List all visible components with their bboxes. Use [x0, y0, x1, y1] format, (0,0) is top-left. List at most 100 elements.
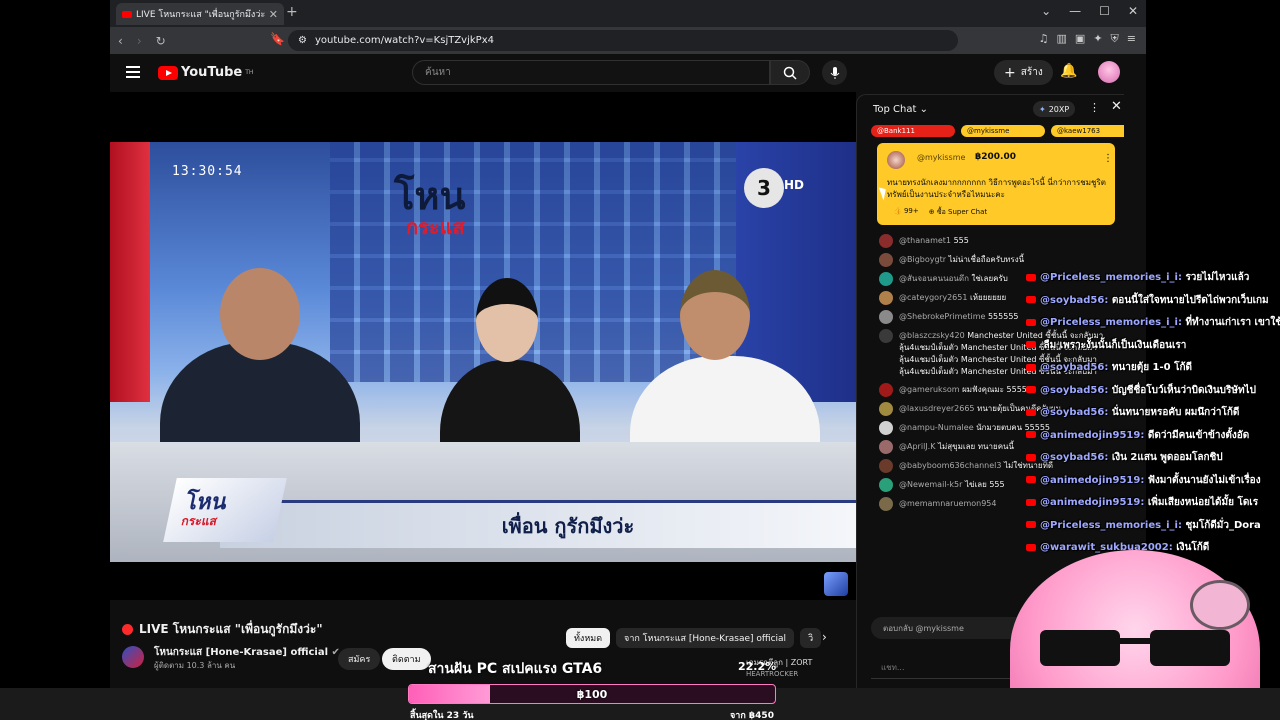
channel-avatar[interactable]: [122, 646, 144, 668]
chat-author-avatar: [879, 291, 893, 305]
youtube-logo[interactable]: YouTube TH: [158, 65, 253, 80]
chat-author: @cateygory2651: [899, 293, 968, 302]
extensions-icon[interactable]: ✦: [1093, 32, 1102, 46]
banner-text: เพื่อน กูรักมึงว่ะ: [501, 513, 635, 538]
account-avatar[interactable]: [1098, 61, 1120, 83]
chat-author: @blaszczsky420: [899, 331, 965, 340]
browser-tab[interactable]: LIVE โหนกระแส "เพื่อนกูรักมึงว่ะ" ✕: [116, 3, 284, 25]
chat-author: @laxusdreyer2665: [899, 404, 975, 413]
chat-message-body: @thanamet1 555: [899, 235, 969, 248]
corner-logo-top: โหน: [182, 490, 230, 515]
overlay-chat-line: @Priceless_memories_i_i: ที่ทำงานเก่าเรา…: [1026, 315, 1280, 330]
voice-search-button[interactable]: [822, 60, 847, 85]
chat-message[interactable]: @Bigboygtr ไม่น่าเชื่อถือครับทรงนี้: [879, 253, 1119, 267]
minimize-icon[interactable]: —: [1069, 4, 1081, 18]
ticker-item[interactable]: @kaew1763: [1051, 125, 1124, 137]
ticker-item[interactable]: @mykissme: [961, 125, 1045, 137]
notifications-bell-icon[interactable]: 🔔: [1060, 63, 1077, 79]
overlay-chat-line: @soybad56: บัญชีชื่อโบว์เห็นว่าบิดเงินบร…: [1026, 383, 1256, 398]
tab-search-icon[interactable]: ⌄: [1041, 4, 1051, 18]
chat-author: @memamnaruemon954: [899, 499, 997, 508]
buy-superchat-button[interactable]: ⊕ ซื้อ Super Chat: [929, 207, 987, 218]
overlay-chat-line: @soybad56: เงิน 2แสน พูดออมโลกชิป: [1026, 450, 1223, 465]
overlay-chat-user: @soybad56:: [1040, 362, 1109, 373]
chat-message-body: @AprilJ.K ไม่สุขุมเลย ทนายคนนี้: [899, 441, 1014, 454]
chat-close-icon[interactable]: ✕: [1111, 99, 1122, 114]
overlay-chat-user: @soybad56:: [1040, 407, 1109, 418]
search-input[interactable]: ค้นหา: [412, 60, 770, 85]
plus-icon: +: [1004, 64, 1016, 81]
chat-message[interactable]: @thanamet1 555: [879, 234, 1119, 248]
donation-goal-amount: ฿100: [576, 687, 608, 701]
overlay-chat-line: @soybad56: ทนายตุ้ย 1-0 โก้ดี: [1026, 360, 1192, 375]
superchat-actions: 👍 99+ ⊕ ซื้อ Super Chat: [893, 207, 987, 218]
youtube-icon: [1026, 453, 1036, 461]
shield-icon[interactable]: ⛨: [1111, 32, 1119, 46]
sidebar-icon[interactable]: ▥: [1057, 32, 1067, 46]
overlay-chat-text: ที่ทำงานเก่าเรา เขาใช้: [1185, 317, 1280, 328]
overlay-chat-user: @Priceless_memories_i_i:: [1040, 317, 1182, 328]
youtube-favicon-icon: [122, 10, 132, 18]
lower-third-show-logo: โหน กระแส: [163, 478, 287, 542]
lower-third-banner: เพื่อน กูรักมึงว่ะ: [220, 500, 856, 548]
chat-header: Top Chat ⌄: [857, 95, 1124, 123]
back-icon[interactable]: ‹: [118, 34, 123, 48]
hd-badge: HD: [784, 178, 805, 192]
ticker-item[interactable]: @Bank111: [871, 125, 955, 137]
address-bar[interactable]: ⚙ youtube.com/watch?v=KsjTZvjkPx4: [288, 30, 958, 51]
close-window-icon[interactable]: ✕: [1128, 4, 1138, 18]
pinned-superchat[interactable]: @mykissme ฿200.00 ⋮ ทนายทรงนักเลงมากกกกก…: [877, 143, 1115, 225]
chat-mode-selector[interactable]: Top Chat ⌄: [873, 104, 928, 115]
hamburger-menu-icon[interactable]: [126, 66, 140, 78]
overlay-chat-text: ทนายตุ้ย 1-0 โก้ดี: [1111, 362, 1193, 373]
chat-author-avatar: [879, 402, 893, 416]
youtube-play-icon: [158, 65, 178, 80]
video-title-text: LIVE โหนกระแส "เพื่อนกูรักมึงว่ะ": [139, 622, 323, 636]
wallet-icon[interactable]: ▣: [1075, 32, 1085, 46]
join-button[interactable]: สมัคร: [338, 648, 381, 670]
chip-from-channel[interactable]: จาก โหนกระแส [Hone-Krasae] official: [616, 628, 795, 648]
chat-more-options-icon[interactable]: ⋮: [1089, 101, 1100, 114]
video-player[interactable]: 13:30:54 โหน กระแส 3 HD เพื่อน กูรักมึงว…: [110, 92, 856, 600]
site-info-icon[interactable]: ⚙: [298, 35, 307, 46]
new-tab-icon[interactable]: +: [286, 4, 298, 20]
channel-name[interactable]: โหนกระแส [Hone-Krasae] official ✔: [154, 645, 340, 660]
chip-more[interactable]: วิ: [800, 628, 822, 648]
overlay-chat-user: @soybad56:: [1040, 384, 1109, 396]
overlay-chat-line: ลืม เพราะงั้นนั้นก็เป็นเงินเดือนเรา: [1026, 338, 1186, 353]
chat-author: @Bigboygtr: [899, 255, 946, 264]
logo-text: YouTube: [181, 65, 243, 80]
chat-message-body: @ShebrokePrimetime 555555: [899, 311, 1019, 324]
chat-text: 555555: [987, 312, 1019, 321]
forward-icon[interactable]: ›: [137, 34, 142, 48]
music-icon[interactable]: ♫: [1039, 32, 1049, 46]
chat-text: เห้ยยยยยย: [970, 293, 1007, 302]
show-logo: โหน กระแส: [394, 176, 504, 256]
vtuber-bow: [1190, 580, 1250, 630]
overlay-chat-text: รวยไม่ไหวแล้ว: [1185, 272, 1250, 283]
chat-author: @babyboom636channel3: [899, 461, 1002, 470]
bookmark-icon[interactable]: 🔖: [270, 32, 285, 46]
logo-country: TH: [245, 69, 254, 76]
close-tab-icon[interactable]: ✕: [269, 8, 278, 21]
chip-all[interactable]: ทั้งหมด: [566, 628, 611, 648]
subscribe-button[interactable]: ติดตาม: [382, 648, 431, 670]
chat-message-body: @สันจอนคนนอนดึก ใช่เลยครับ: [899, 273, 1008, 286]
window-controls: ⌄ — ☐ ✕: [1041, 4, 1138, 18]
create-button[interactable]: + สร้าง: [994, 60, 1053, 85]
reload-icon[interactable]: ↻: [156, 34, 166, 48]
search-button[interactable]: [770, 60, 810, 85]
superchat-like-button[interactable]: 👍 99+: [893, 207, 919, 218]
overlay-chat-line: @soybad56: นั่นทนายหรอคับ ผมนึกว่าโก้ดี: [1026, 405, 1239, 420]
youtube-icon: [1026, 386, 1036, 393]
chat-author: @nampu-Numalee: [899, 423, 974, 432]
chat-author-avatar: [879, 310, 893, 324]
channel-watermark-icon[interactable]: [824, 572, 848, 596]
chips-next-icon[interactable]: ›: [822, 630, 827, 644]
overlay-chat-text: ดีดว่ามีคนเข้าข้างตั้งอัด: [1147, 429, 1250, 441]
overlay-chat-line: @Priceless_memories_i_i: รวยไม่ไหวแล้ว: [1026, 270, 1249, 285]
maximize-icon[interactable]: ☐: [1099, 4, 1110, 18]
superchat-menu-icon[interactable]: ⋮: [1103, 153, 1113, 164]
xp-badge[interactable]: ✦ 20XP: [1033, 101, 1076, 117]
browser-menu-icon[interactable]: ≡: [1127, 32, 1136, 46]
